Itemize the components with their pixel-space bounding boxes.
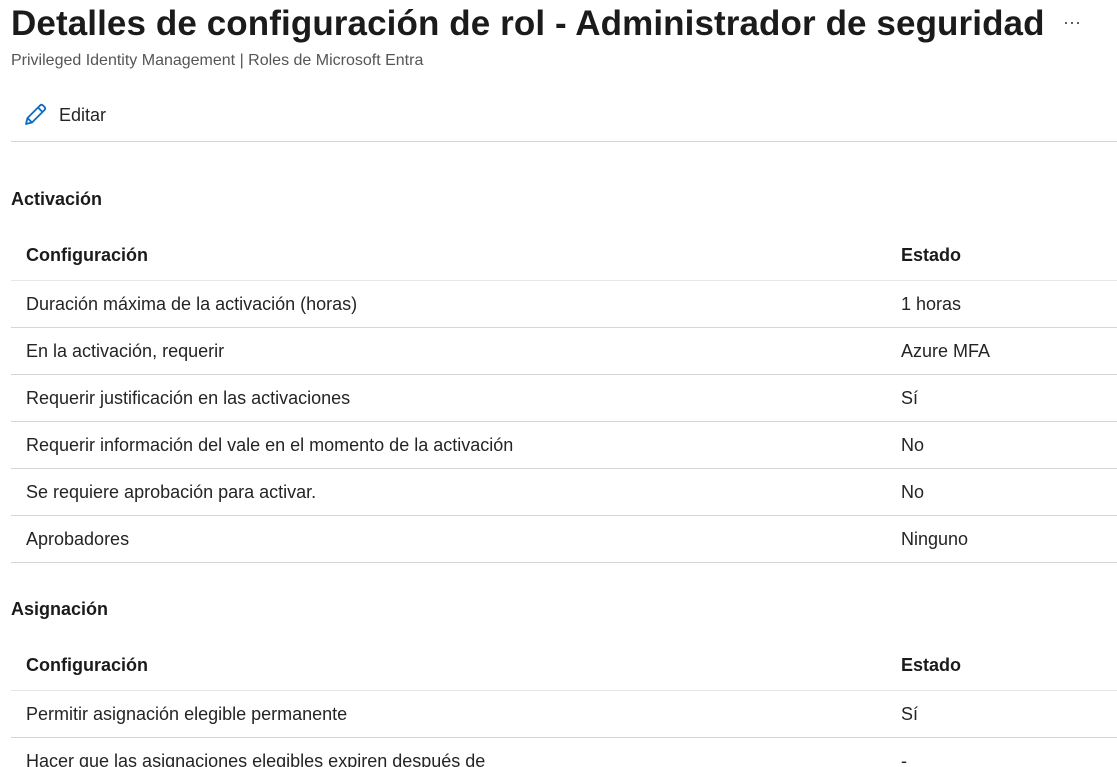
activation-table: Configuración Estado Duración máxima de … xyxy=(11,230,1117,563)
setting-value: Sí xyxy=(901,704,919,724)
section-title-activation: Activación xyxy=(11,189,103,209)
setting-name: Permitir asignación elegible permanente xyxy=(26,704,348,724)
setting-value: No xyxy=(901,435,925,455)
setting-name: Requerir justificación en las activacion… xyxy=(26,388,351,408)
setting-value: Ninguno xyxy=(901,529,969,549)
setting-name: Aprobadores xyxy=(26,529,130,549)
column-header-state: Estado xyxy=(901,245,962,265)
table-header: Configuración Estado xyxy=(11,230,1117,281)
column-header-state: Estado xyxy=(901,655,962,675)
table-row: Requerir justificación en las activacion… xyxy=(11,375,1117,422)
role-settings-page: Detalles de configuración de rol - Admin… xyxy=(0,0,1117,767)
setting-name: En la activación, requerir xyxy=(26,341,225,361)
setting-value: - xyxy=(901,751,907,767)
table-header: Configuración Estado xyxy=(11,640,1117,691)
table-row: Duración máxima de la activación (horas)… xyxy=(11,281,1117,328)
breadcrumb: Privileged Identity Management | Roles d… xyxy=(11,52,424,69)
more-options-icon[interactable]: ··· xyxy=(1060,10,1084,34)
table-row: Aprobadores Ninguno xyxy=(11,516,1117,563)
setting-name: Duración máxima de la activación (horas) xyxy=(26,294,358,314)
toolbar: Editar xyxy=(11,96,1117,136)
pencil-icon xyxy=(21,101,49,129)
table-row: En la activación, requerir Azure MFA xyxy=(11,328,1117,375)
table-row: Permitir asignación elegible permanente … xyxy=(11,691,1117,738)
page-title: Detalles de configuración de rol - Admin… xyxy=(11,4,1045,43)
setting-name: Requerir información del vale en el mome… xyxy=(26,435,514,455)
table-row: Hacer que las asignaciones elegibles exp… xyxy=(11,738,1117,767)
setting-name: Hacer que las asignaciones elegibles exp… xyxy=(26,751,486,767)
edit-button[interactable]: Editar xyxy=(21,100,106,130)
table-row: Se requiere aprobación para activar. No xyxy=(11,469,1117,516)
assignment-table: Configuración Estado Permitir asignación… xyxy=(11,640,1117,767)
table-row: Requerir información del vale en el mome… xyxy=(11,422,1117,469)
setting-name: Se requiere aprobación para activar. xyxy=(26,482,317,502)
setting-value: 1 horas xyxy=(901,294,962,314)
setting-value: No xyxy=(901,482,925,502)
section-title-assignment: Asignación xyxy=(11,599,109,619)
setting-value: Azure MFA xyxy=(901,341,991,361)
setting-value: Sí xyxy=(901,388,919,408)
toolbar-divider xyxy=(11,141,1117,142)
column-header-setting: Configuración xyxy=(26,655,148,675)
edit-button-label: Editar xyxy=(59,104,107,125)
column-header-setting: Configuración xyxy=(26,245,148,265)
